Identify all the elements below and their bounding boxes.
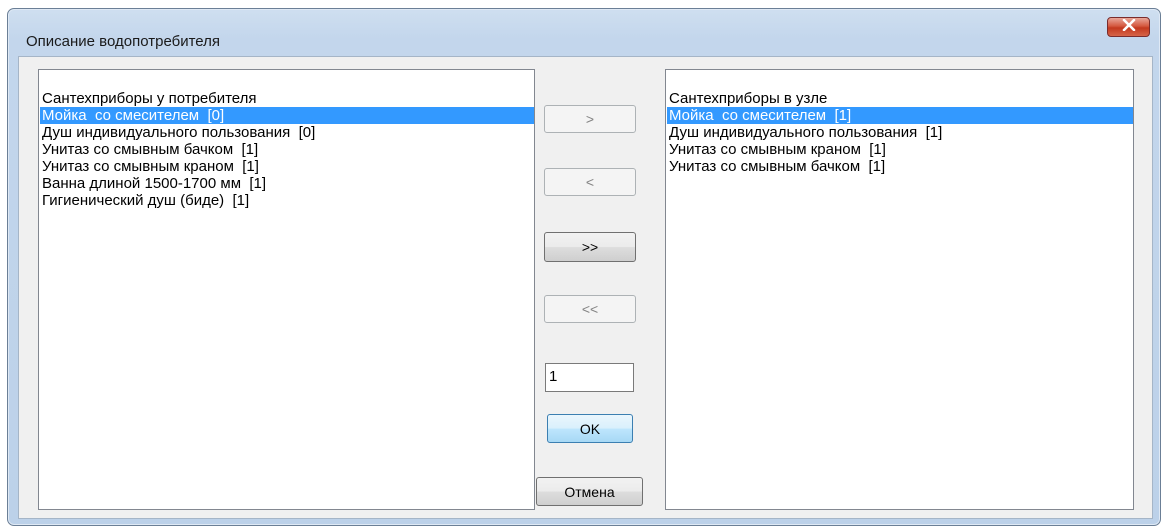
window-title: Описание водопотребителя — [26, 33, 221, 50]
consumer-fixtures-label: Сантехприборы у потребителя — [42, 90, 257, 107]
move-right-button[interactable]: > — [544, 105, 636, 133]
move-left-button[interactable]: < — [544, 168, 636, 196]
node-fixtures-list: Сантехприборы в узле Мойка со смесителем… — [665, 69, 1134, 510]
list-item[interactable]: Унитаз со смывным краном [1] — [40, 158, 534, 175]
list-item[interactable]: Мойка со смесителем [0] — [40, 107, 534, 124]
quantity-input[interactable]: 1 — [545, 363, 634, 392]
consumer-fixtures-list: Сантехприборы у потребителя Мойка со сме… — [38, 69, 535, 510]
list-item[interactable]: Душ индивидуального пользования [1] — [667, 124, 1133, 141]
close-button[interactable] — [1107, 17, 1150, 37]
list-item[interactable]: Унитаз со смывным бачком [1] — [667, 158, 1133, 175]
move-all-right-button[interactable]: >> — [544, 232, 636, 262]
cancel-button[interactable]: Отмена — [536, 477, 643, 506]
list-item[interactable]: Ванна длиной 1500-1700 мм [1] — [40, 175, 534, 192]
dialog-body: Сантехприборы у потребителя Мойка со сме… — [18, 56, 1153, 519]
ok-button[interactable]: OK — [547, 414, 633, 443]
list-item[interactable]: Душ индивидуального пользования [0] — [40, 124, 534, 141]
list-item[interactable]: Унитаз со смывным бачком [1] — [40, 141, 534, 158]
list-item[interactable]: Мойка со смесителем [1] — [667, 107, 1133, 124]
close-icon — [1122, 18, 1136, 36]
list-item[interactable]: Гигиенический душ (биде) [1] — [40, 192, 534, 209]
move-all-left-button[interactable]: << — [544, 295, 636, 323]
node-fixtures-label: Сантехприборы в узле — [669, 90, 828, 107]
list-item[interactable]: Унитаз со смывным краном [1] — [667, 141, 1133, 158]
